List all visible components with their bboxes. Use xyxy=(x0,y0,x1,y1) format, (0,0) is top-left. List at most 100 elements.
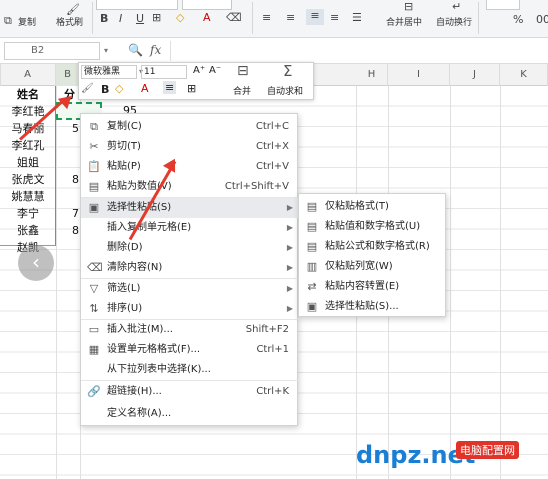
mini-toolbar: 微软雅黑 ▾ 11 A⁺ A⁻ 🖌 B ◇ A ≡ ⊞ ⊟ 合并 Σ 自动求和 xyxy=(78,62,314,100)
menu-item-insert-comment[interactable]: ▭ 插入批注(M)... Shift+F2 xyxy=(81,320,299,340)
menu-item-delete[interactable]: 删除(D) ▶ xyxy=(81,238,299,258)
context-menu: ⧉ 复制(C) Ctrl+C ✂ 剪切(T) Ctrl+X 📋 粘贴(P) Ct… xyxy=(80,113,299,426)
mini-font-combo[interactable]: 微软雅黑 xyxy=(81,65,137,79)
transpose-icon: ⇄ xyxy=(307,280,317,293)
menu-item-format-cells[interactable]: ▦ 设置单元格格式(F)... Ctrl+1 xyxy=(81,340,299,360)
zoom-icon[interactable]: 🔍 xyxy=(128,43,143,57)
copy-icon: ⧉ xyxy=(90,120,98,133)
column-header-k[interactable]: K xyxy=(500,64,548,86)
align-left-icon[interactable]: ≡ xyxy=(262,11,271,24)
font-size-combo[interactable] xyxy=(182,0,232,10)
submenu-item-paste-format[interactable]: ▤ 仅粘贴格式(T) xyxy=(299,197,447,217)
chevron-right-icon: ▶ xyxy=(286,243,293,252)
fill-color-icon[interactable]: ◇ xyxy=(176,11,184,24)
grow-font-button[interactable]: A⁺ xyxy=(193,65,205,76)
chevron-right-icon: ▶ xyxy=(286,304,293,313)
fx-icon[interactable]: fx xyxy=(150,43,161,57)
menu-item-filter[interactable]: ▽ 筛选(L) ▶ xyxy=(81,279,299,299)
autosum-button[interactable]: 自动求和 xyxy=(267,84,303,97)
mini-font-value: 微软雅黑 xyxy=(84,67,121,77)
wrap-text-button[interactable]: 自动换行 xyxy=(436,15,472,28)
menu-item-paste[interactable]: 📋 粘贴(P) Ctrl+V xyxy=(81,157,299,177)
sort-icon: ⇅ xyxy=(89,302,99,315)
paste-format-icon: ▤ xyxy=(306,200,318,213)
watermark-tag: 电脑配置网 xyxy=(456,441,519,459)
merge-icon[interactable]: ⊟ xyxy=(237,63,249,79)
paste-special-icon: ▣ xyxy=(88,201,100,214)
align-center-active-icon[interactable]: ≡ xyxy=(306,9,324,25)
menu-item-copy[interactable]: ⧉ 复制(C) Ctrl+C xyxy=(81,117,299,137)
wrap-text-icon[interactable]: ↵ xyxy=(452,0,461,13)
paste-values-icon: ▤ xyxy=(88,180,100,193)
mini-size-combo[interactable]: 11 xyxy=(141,65,187,79)
comma-style-icon[interactable]: 000 xyxy=(536,13,548,26)
underline-button[interactable]: U xyxy=(136,12,144,25)
menu-item-paste-special[interactable]: ▣ 选择性粘贴(S) ▶ xyxy=(81,198,299,218)
font-name-combo[interactable] xyxy=(96,0,178,10)
formula-bar: B2 ▾ 🔍 fx xyxy=(0,38,548,64)
percent-button[interactable]: % xyxy=(513,13,523,26)
site-watermark: dnpz.net 电脑配置网 xyxy=(356,441,542,473)
align-center-icon[interactable]: ≡ xyxy=(286,11,295,24)
distributed-icon[interactable]: ☰ xyxy=(352,11,362,24)
name-box[interactable]: B2 xyxy=(4,42,100,60)
column-header-b[interactable]: B xyxy=(56,64,80,86)
align-icon[interactable]: ≡ xyxy=(163,81,177,94)
menu-item-cut[interactable]: ✂ 剪切(T) Ctrl+X xyxy=(81,137,299,157)
fill-color-icon[interactable]: ◇ xyxy=(115,82,123,95)
clear-icon[interactable]: ⌫ xyxy=(226,11,242,24)
chevron-right-icon: ▶ xyxy=(286,203,293,212)
copy-icon[interactable]: ⧉ xyxy=(4,14,12,28)
paste-special-submenu: ▤ 仅粘贴格式(T) ▤ 粘贴值和数字格式(U) ▤ 粘贴公式和数字格式(R) … xyxy=(298,193,446,317)
submenu-item-transpose[interactable]: ⇄ 粘贴内容转置(E) xyxy=(299,277,447,297)
menu-item-paste-values[interactable]: ▤ 粘贴为数值(V) Ctrl+Shift+V xyxy=(81,177,299,197)
shrink-font-button[interactable]: A⁻ xyxy=(209,65,221,76)
menu-item-insert-copied[interactable]: 插入复制单元格(E) ▶ xyxy=(81,218,299,238)
format-painter-button[interactable]: 格式刷 xyxy=(56,15,83,28)
submenu-item-paste-formula[interactable]: ▤ 粘贴公式和数字格式(R) xyxy=(299,237,447,257)
submenu-item-paste-colwidth[interactable]: ▥ 仅粘贴列宽(W) xyxy=(299,257,447,277)
number-format-combo[interactable] xyxy=(486,0,520,10)
menu-item-hyperlink[interactable]: 🔗 超链接(H)... Ctrl+K xyxy=(81,382,299,402)
back-button[interactable]: ‹ xyxy=(18,245,54,281)
border-icon[interactable]: ⊞ xyxy=(187,82,196,95)
bold-icon[interactable]: B xyxy=(101,83,109,96)
paste-colwidth-icon: ▥ xyxy=(306,260,318,273)
merge-button[interactable]: 合并 xyxy=(233,84,251,97)
border-icon[interactable]: ⊞ xyxy=(152,11,161,24)
sum-icon[interactable]: Σ xyxy=(283,62,292,80)
submenu-item-paste-special[interactable]: ▣ 选择性粘贴(S)... xyxy=(299,297,447,317)
filter-icon: ▽ xyxy=(89,282,99,295)
column-header-a[interactable]: A xyxy=(0,64,56,86)
eraser-icon: ⌫ xyxy=(87,261,103,274)
paste-value-number-icon: ▤ xyxy=(306,220,318,233)
copy-button[interactable]: 复制 xyxy=(18,15,36,28)
paste-special-icon: ▣ xyxy=(306,300,318,313)
merge-center-button[interactable]: 合并居中 xyxy=(386,15,422,28)
chevron-down-icon[interactable]: ▾ xyxy=(104,46,108,55)
paste-formula-icon: ▤ xyxy=(306,240,318,253)
chevron-right-icon: ▶ xyxy=(286,263,293,272)
font-color-icon[interactable]: A xyxy=(203,11,211,24)
menu-item-define-name[interactable]: 定义名称(A)... xyxy=(81,404,299,424)
cell-b6[interactable]: 8 xyxy=(56,170,80,190)
column-header-i[interactable]: I xyxy=(388,64,450,86)
scissors-icon: ✂ xyxy=(89,140,99,153)
menu-item-sort[interactable]: ⇅ 排序(U) ▶ xyxy=(81,299,299,319)
paint-brush-icon[interactable]: 🖌 xyxy=(81,83,94,94)
align-right-icon[interactable]: ≡ xyxy=(330,11,339,24)
submenu-item-paste-value-number[interactable]: ▤ 粘贴值和数字格式(U) xyxy=(299,217,447,237)
column-header-j[interactable]: J xyxy=(450,64,500,86)
menu-item-clear[interactable]: ⌫ 清除内容(N) ▶ xyxy=(81,258,299,278)
paste-icon: 📋 xyxy=(87,160,101,173)
cell-b3[interactable]: 5 xyxy=(56,119,80,139)
font-color-icon[interactable]: A xyxy=(141,82,149,95)
formula-input[interactable] xyxy=(170,41,548,61)
chevron-right-icon: ▶ xyxy=(286,284,293,293)
cell-b9[interactable]: 8 xyxy=(56,221,80,241)
italic-button[interactable]: I xyxy=(119,12,122,25)
menu-item-pick-from-list[interactable]: 从下拉列表中选择(K)... xyxy=(81,360,299,380)
bold-button[interactable]: B xyxy=(100,12,108,25)
merge-center-icon[interactable]: ⊟ xyxy=(404,0,413,13)
column-header-h[interactable]: H xyxy=(356,64,388,86)
